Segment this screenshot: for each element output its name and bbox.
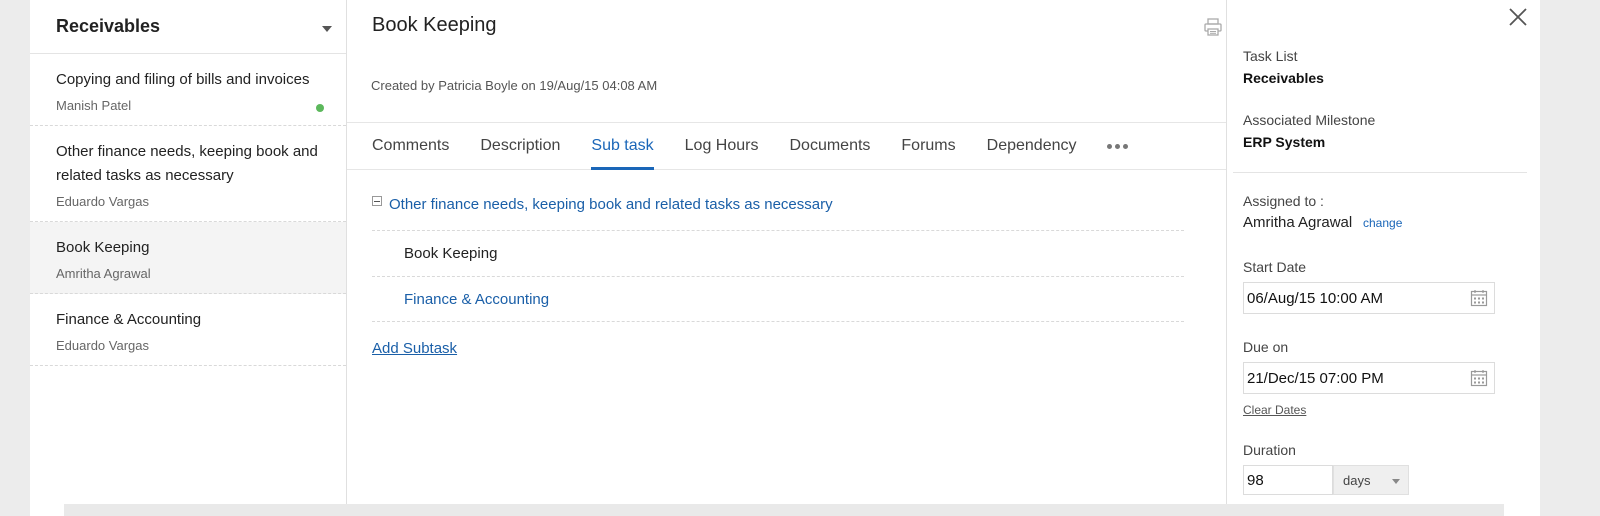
subtask-row[interactable]: Finance & Accounting <box>372 276 1184 322</box>
bottom-scroll-track <box>64 504 1504 516</box>
subtask-parent-link[interactable]: Other finance needs, keeping book and re… <box>372 195 833 213</box>
task-item-title: Other finance needs, keeping book and re… <box>56 143 318 184</box>
subtask-link[interactable]: Finance & Accounting <box>404 291 549 308</box>
task-list-item[interactable]: Other finance needs, keeping book and re… <box>30 126 346 222</box>
due-on-label: Due on <box>1243 339 1289 355</box>
assigned-label: Assigned to : <box>1243 193 1324 209</box>
divider <box>1233 172 1527 173</box>
duration-label: Duration <box>1243 442 1296 458</box>
duration-unit-select[interactable]: days <box>1333 465 1409 495</box>
tab-dependency[interactable]: Dependency <box>987 123 1077 169</box>
milestone-value: ERP System <box>1243 134 1326 150</box>
task-list-header[interactable]: Receivables <box>30 0 346 54</box>
task-list-value: Receivables <box>1243 70 1324 86</box>
start-date-field[interactable] <box>1243 282 1495 314</box>
add-subtask-link[interactable]: Add Subtask <box>372 340 457 357</box>
task-list-title: Receivables <box>56 16 161 36</box>
due-date-field[interactable] <box>1243 362 1495 394</box>
duration-input[interactable] <box>1243 465 1333 495</box>
subtask-label: Book Keeping <box>404 245 498 262</box>
task-detail-panel: Book Keeping Created by Patricia Boyle o… <box>346 0 1227 516</box>
task-item-title: Finance & Accounting <box>56 311 202 328</box>
chevron-down-icon[interactable] <box>322 26 332 32</box>
task-item-owner: Eduardo Vargas <box>56 338 149 353</box>
assignee-name: Amritha Agrawal <box>1243 214 1353 231</box>
task-list-panel: Receivables Copying and filing of bills … <box>30 0 346 516</box>
task-item-owner: Eduardo Vargas <box>56 194 149 209</box>
status-dot-icon <box>316 104 324 112</box>
task-list-item[interactable]: Copying and filing of bills and invoices… <box>30 54 346 126</box>
task-list-label: Task List <box>1243 48 1298 64</box>
tab-documents[interactable]: Documents <box>789 123 870 169</box>
due-date-input[interactable] <box>1247 369 1457 387</box>
task-item-owner: Manish Patel <box>56 98 132 113</box>
created-by-text: Created by Patricia Boyle on 19/Aug/15 0… <box>371 78 658 93</box>
tab-bar: Comments Description Sub task Log Hours … <box>347 122 1227 170</box>
start-date-label: Start Date <box>1243 259 1307 275</box>
task-item-title: Book Keeping <box>56 239 150 256</box>
close-icon[interactable] <box>1507 6 1529 28</box>
more-options-icon[interactable] <box>1107 123 1129 169</box>
task-list-item[interactable]: Finance & Accounting Eduardo Vargas <box>30 294 346 366</box>
tab-sub-task[interactable]: Sub task <box>591 123 654 170</box>
subtask-row: Book Keeping <box>372 230 1184 276</box>
calendar-icon[interactable] <box>1470 289 1488 307</box>
task-item-owner: Amritha Agrawal <box>56 266 151 281</box>
tab-log-hours[interactable]: Log Hours <box>685 123 759 169</box>
tab-forums[interactable]: Forums <box>901 123 955 169</box>
clear-dates-link[interactable]: Clear Dates <box>1243 403 1306 417</box>
tab-description[interactable]: Description <box>480 123 560 169</box>
subtask-parent-label: Other finance needs, keeping book and re… <box>389 196 833 213</box>
task-item-title: Copying and filing of bills and invoices <box>56 71 310 88</box>
change-assignee-link[interactable]: change <box>1363 216 1402 230</box>
collapse-icon[interactable] <box>372 195 382 206</box>
task-details-sidebar: Task List Receivables Associated Milesto… <box>1226 0 1540 516</box>
duration-unit-value: days <box>1343 472 1371 488</box>
calendar-icon[interactable] <box>1470 369 1488 387</box>
milestone-label: Associated Milestone <box>1243 112 1376 128</box>
tab-comments[interactable]: Comments <box>372 123 449 169</box>
start-date-input[interactable] <box>1247 289 1457 307</box>
page-title: Book Keeping <box>372 14 497 36</box>
chevron-down-icon <box>1392 479 1400 484</box>
task-list-item-active[interactable]: Book Keeping Amritha Agrawal <box>30 222 346 294</box>
print-icon[interactable] <box>1203 17 1223 37</box>
